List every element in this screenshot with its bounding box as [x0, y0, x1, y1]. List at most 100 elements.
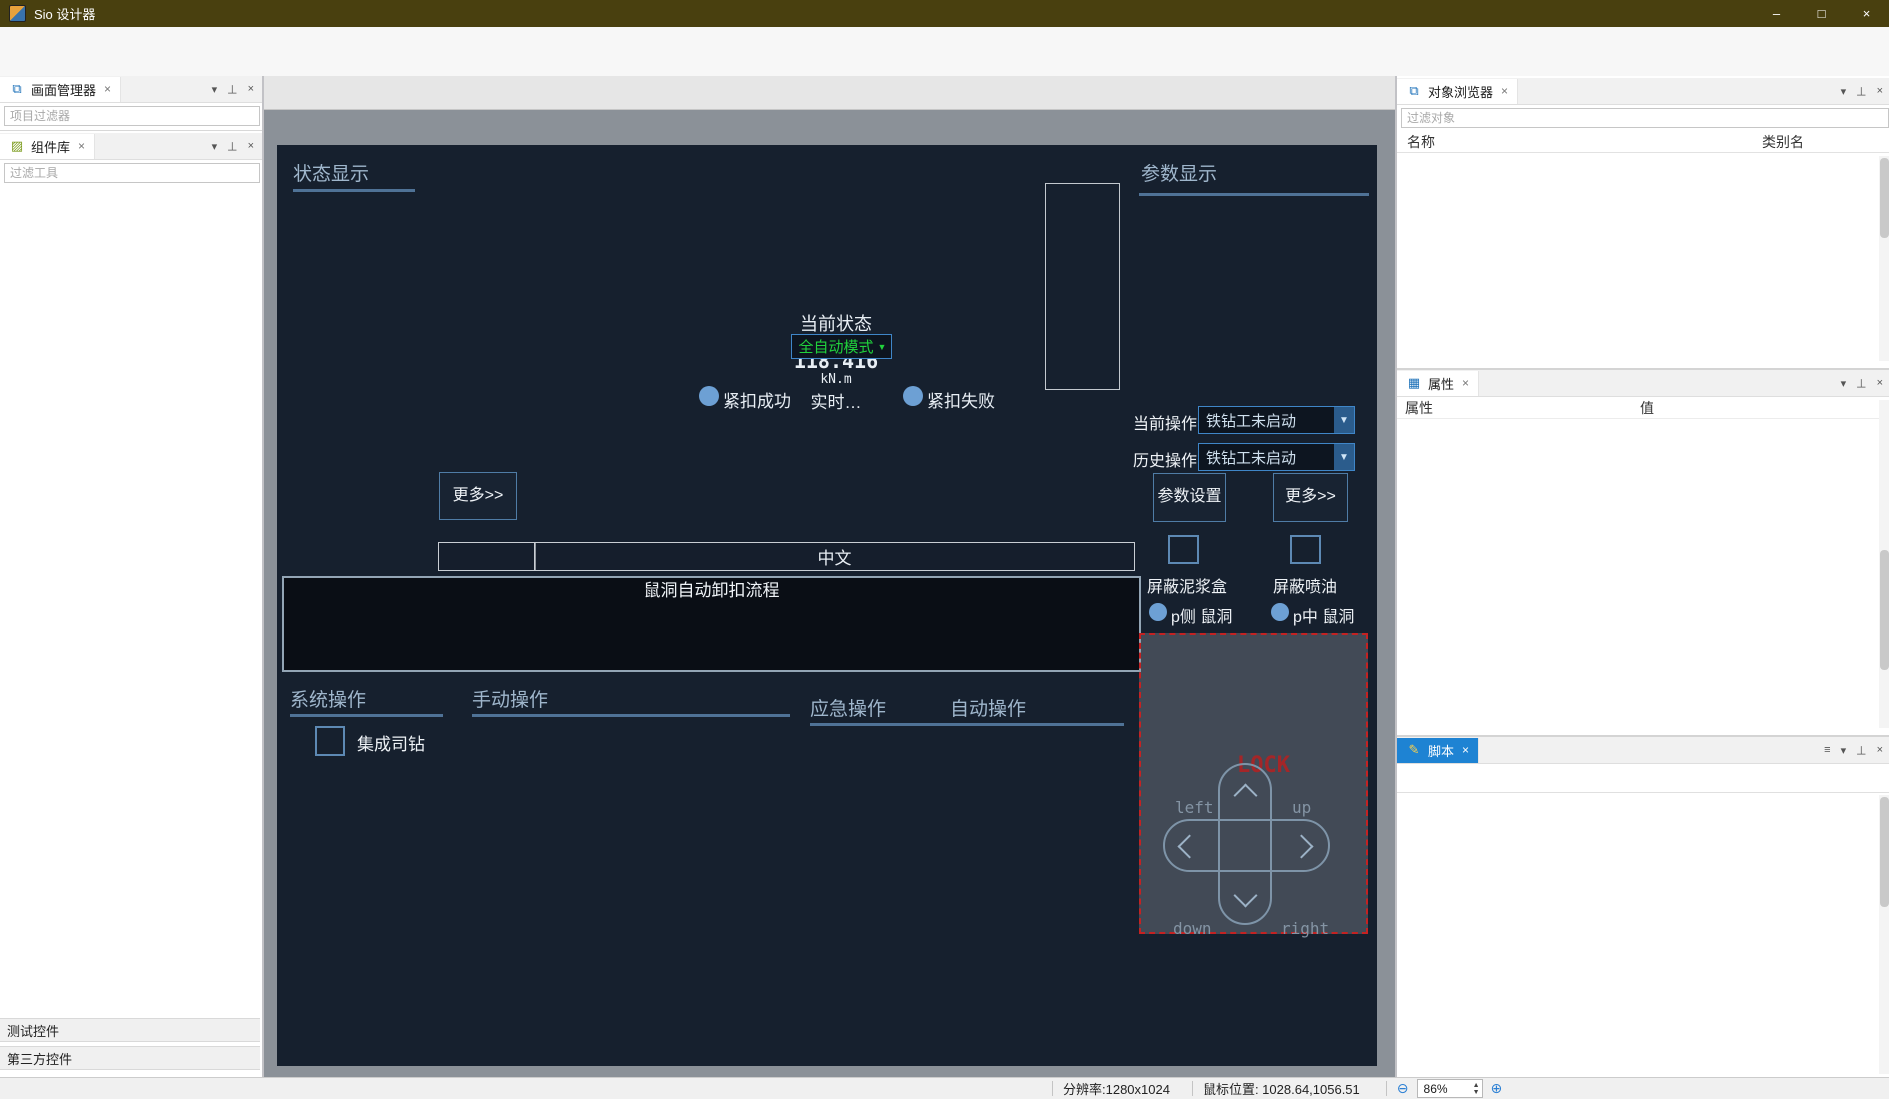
pin-icon[interactable]: ⊤ [1856, 743, 1866, 757]
left-dock: ⧉ 画面管理器 × ▾ ⊤ × ▨ 组件库 × ▾ ⊤ × 测试控件 第三方控件 [0, 76, 264, 1078]
close-icon[interactable]: × [1462, 743, 1469, 757]
script-editor[interactable] [1397, 793, 1889, 1075]
script-icon: ✎ [1406, 742, 1422, 758]
close-icon[interactable]: × [78, 139, 85, 153]
sys-ops-title: 系统操作 [290, 685, 366, 712]
current-op-dropdown[interactable]: 铁钻工未启动▼ [1198, 406, 1355, 434]
tighten-ok-label: 紧扣成功 [723, 387, 791, 412]
pin-icon[interactable]: ⊤ [227, 139, 237, 153]
component-lib-header: ▨ 组件库 × ▾ ⊤ × [0, 133, 262, 160]
object-browser-scrollbar[interactable] [1879, 156, 1889, 361]
object-browser-icon: ⧉ [1406, 83, 1422, 99]
menu-icon[interactable]: ≡ [1824, 744, 1830, 756]
param-settings-button[interactable]: 参数设置 [1153, 473, 1226, 522]
flow-panel-title: 鼠洞自动卸扣流程 [284, 578, 1139, 603]
zoom-in-icon[interactable]: ⊕ [1491, 1080, 1503, 1097]
screen-manager-header: ⧉ 画面管理器 × ▾ ⊤ × [0, 76, 262, 103]
object-browser-columns: 名称类别名 [1397, 131, 1889, 153]
close-icon[interactable]: × [104, 82, 111, 96]
chevron-down-icon: ▼ [1334, 444, 1354, 470]
status-zoom-spinner[interactable]: 86% ▲▼ [1417, 1079, 1483, 1098]
divider [472, 714, 790, 717]
menu-bar [0, 27, 1889, 47]
minimize-button[interactable]: – [1754, 0, 1799, 27]
zoom-out-icon[interactable]: ⊖ [1397, 1080, 1409, 1097]
close-icon[interactable]: × [248, 83, 254, 95]
chevron-down-icon[interactable]: ▾ [1841, 744, 1847, 757]
pin-icon[interactable]: ⊤ [1856, 376, 1866, 390]
tab-component-lib[interactable]: ▨ 组件库 × [0, 134, 95, 159]
mask-mudbox-checkbox[interactable] [1168, 535, 1199, 564]
screen-manager-icon: ⧉ [9, 81, 25, 97]
mode-dropdown[interactable]: 全自动模式▼ [791, 334, 892, 359]
chevron-down-icon: ▼ [878, 342, 887, 352]
properties-scrollbar[interactable] [1879, 400, 1889, 728]
component-filter-input[interactable] [4, 163, 260, 183]
auto-ops-title: 自动操作 [950, 694, 1026, 721]
lang-bar-cell[interactable] [438, 542, 536, 571]
maximize-button[interactable]: □ [1799, 0, 1844, 27]
joystick-down-label: down [1173, 919, 1212, 938]
object-filter-input[interactable] [1401, 108, 1889, 128]
mask-oil-label: 屏蔽喷油 [1265, 573, 1345, 597]
script-header: ✎ 脚本 × ≡ ▾ ⊤ × [1397, 737, 1889, 764]
properties-title: 属性 [1428, 374, 1454, 393]
chevron-down-icon[interactable]: ▾ [1841, 85, 1847, 98]
params-title: 参数显示 [1141, 159, 1217, 186]
spinner-arrows-icon[interactable]: ▲▼ [1473, 1082, 1480, 1096]
window-title: Sio 设计器 [34, 4, 95, 23]
section-test-controls[interactable]: 测试控件 [0, 1018, 260, 1042]
project-filter-input[interactable] [4, 106, 260, 126]
status-panel-title: 状态显示 [293, 159, 369, 186]
gauge-state-title: 当前状态 [776, 310, 896, 336]
history-op-label: 历史操作 [1133, 447, 1197, 471]
tighten-ok-dot [699, 386, 719, 406]
integrated-driller-checkbox[interactable] [315, 726, 345, 756]
hmi-canvas[interactable]: 状态显示 更多>> 当前状态 118.416 全自动模式▼ kN.m 实时… 紧… [277, 145, 1377, 1066]
script-scrollbar[interactable] [1879, 795, 1889, 1074]
status-more-button[interactable]: 更多>> [439, 472, 517, 520]
close-button[interactable]: × [1844, 0, 1889, 27]
manual-ops-title: 手动操作 [472, 685, 548, 712]
close-icon[interactable]: × [1877, 377, 1883, 389]
tab-properties[interactable]: ▦ 属性 × [1397, 371, 1479, 396]
title-bar: Sio 设计器 – □ × [0, 0, 1889, 27]
joystick-left-label: left [1175, 798, 1214, 817]
center-area: 状态显示 更多>> 当前状态 118.416 全自动模式▼ kN.m 实时… 紧… [264, 76, 1395, 1078]
document-tabs [264, 76, 1395, 110]
divider [290, 714, 443, 717]
history-op-dropdown[interactable]: 铁钻工未启动▼ [1198, 443, 1355, 471]
close-icon[interactable]: × [248, 140, 254, 152]
component-lib-icon: ▨ [9, 138, 25, 154]
tab-script[interactable]: ✎ 脚本 × [1397, 738, 1479, 763]
language-bar[interactable]: 中文 [534, 542, 1135, 571]
pin-icon[interactable]: ⊤ [227, 82, 237, 96]
divider [293, 189, 415, 192]
chevron-down-icon[interactable]: ▾ [212, 83, 218, 96]
tab-object-browser[interactable]: ⧉ 对象浏览器 × [1397, 79, 1518, 104]
empty-frame-box [1045, 183, 1120, 390]
current-op-label: 当前操作 [1133, 410, 1197, 434]
close-icon[interactable]: × [1501, 84, 1508, 98]
close-icon[interactable]: × [1877, 744, 1883, 756]
joystick-right-label: right [1281, 919, 1329, 938]
close-icon[interactable]: × [1462, 376, 1469, 390]
chevron-down-icon[interactable]: ▾ [1841, 377, 1847, 390]
properties-header: ▦ 属性 × ▾ ⊤ × [1397, 370, 1889, 397]
properties-columns: 属性 值 [1397, 397, 1889, 419]
mask-mudbox-label: 屏蔽泥浆盒 [1139, 573, 1235, 597]
section-thirdparty-controls[interactable]: 第三方控件 [0, 1046, 260, 1070]
chevron-down-icon[interactable]: ▾ [212, 140, 218, 153]
close-icon[interactable]: × [1877, 85, 1883, 97]
component-lib-title: 组件库 [31, 137, 70, 156]
app-icon [9, 5, 26, 22]
mousehole-flow-panel: 鼠洞自动卸扣流程 [282, 576, 1141, 672]
pin-icon[interactable]: ⊤ [1856, 84, 1866, 98]
tab-screen-manager[interactable]: ⧉ 画面管理器 × [0, 77, 121, 102]
param-more-button[interactable]: 更多>> [1273, 473, 1348, 522]
object-browser-header: ⧉ 对象浏览器 × ▾ ⊤ × [1397, 78, 1889, 105]
mask-oil-checkbox[interactable] [1290, 535, 1321, 564]
screen-manager-title: 画面管理器 [31, 80, 96, 99]
mouse-position-label: 鼠标位置: 1028.64,1056.51 [1203, 1079, 1360, 1098]
script-title: 脚本 [1428, 741, 1454, 760]
